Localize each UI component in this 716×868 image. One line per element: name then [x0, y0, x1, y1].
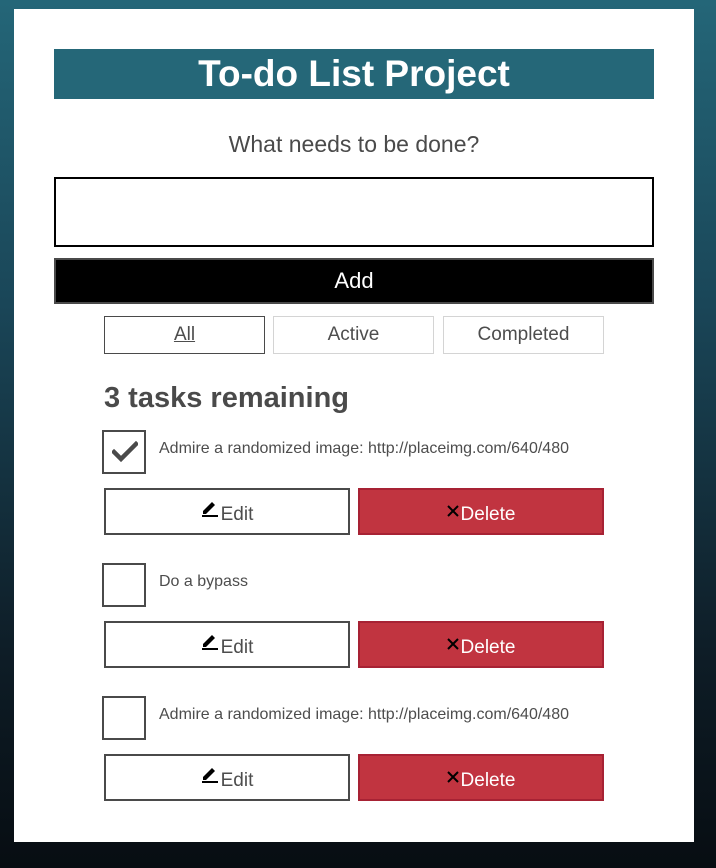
- new-todo-input[interactable]: [54, 177, 654, 247]
- filter-active-button[interactable]: Active: [273, 316, 434, 354]
- new-todo-label: What needs to be done?: [228, 131, 480, 157]
- add-button[interactable]: Add: [54, 258, 654, 304]
- close-icon: [446, 638, 459, 650]
- delete-button[interactable]: Delete: [358, 488, 604, 535]
- close-icon: [446, 505, 459, 517]
- todo-item: Admire a randomized image: http://placei…: [102, 696, 612, 806]
- filter-all-button[interactable]: All: [104, 316, 265, 354]
- filter-completed-button[interactable]: Completed: [443, 316, 604, 354]
- checkmark-icon: [112, 441, 138, 463]
- todo-app-card: To-do List Project What needs to be done…: [14, 9, 694, 842]
- delete-button-label: Delete: [460, 637, 516, 658]
- delete-button[interactable]: Delete: [358, 621, 604, 668]
- edit-button[interactable]: Edit: [104, 621, 350, 668]
- edit-button-label: Edit: [220, 504, 254, 525]
- delete-button-label: Delete: [460, 504, 516, 525]
- todo-checkbox[interactable]: [102, 430, 146, 474]
- edit-button[interactable]: Edit: [104, 488, 350, 535]
- todo-label: Admire a randomized image: http://placei…: [159, 440, 569, 457]
- page-title: To-do List Project: [198, 53, 510, 94]
- pencil-icon: [201, 635, 218, 650]
- todo-label: Do a bypass: [159, 573, 248, 590]
- todo-checkbox[interactable]: [102, 696, 146, 740]
- pencil-icon: [201, 502, 218, 517]
- todo-checkbox[interactable]: [102, 563, 146, 607]
- todo-item: Do a bypass Edit Delete: [102, 563, 612, 673]
- pencil-icon: [201, 768, 218, 783]
- tasks-remaining-heading: 3 tasks remaining: [104, 382, 349, 414]
- delete-button[interactable]: Delete: [358, 754, 604, 801]
- edit-button-label: Edit: [220, 770, 254, 791]
- todo-label: Admire a randomized image: http://placei…: [159, 706, 569, 723]
- delete-button-label: Delete: [460, 770, 516, 791]
- title-banner: To-do List Project: [54, 49, 654, 99]
- todo-item: Admire a randomized image: http://placei…: [102, 430, 612, 540]
- edit-button-label: Edit: [220, 637, 254, 658]
- close-icon: [446, 771, 459, 783]
- filter-group: All Active Completed: [104, 316, 604, 354]
- edit-button[interactable]: Edit: [104, 754, 350, 801]
